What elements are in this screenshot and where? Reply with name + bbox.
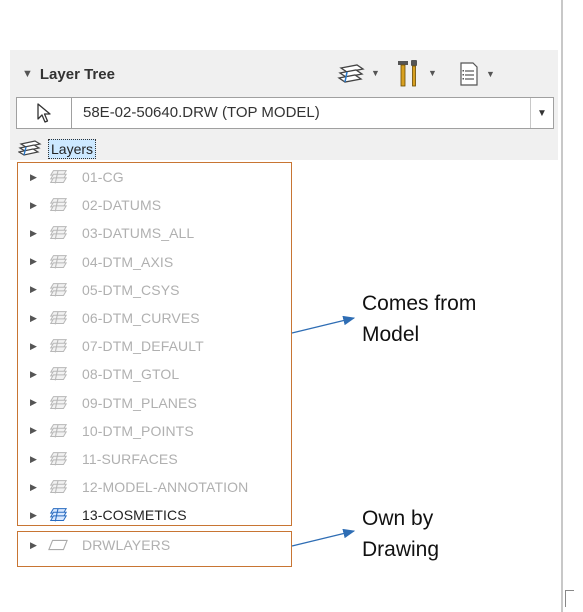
drawing-note-line-2: Drawing xyxy=(362,538,440,561)
annotation-arrows xyxy=(291,315,356,547)
drawing-note: Own by Drawing xyxy=(362,503,439,565)
model-note-line-1: Comes from xyxy=(362,292,477,315)
drawing-note-line-1: Own by xyxy=(362,507,434,530)
model-note: Comes from Model xyxy=(362,288,476,350)
model-note-line-2: Model xyxy=(362,323,420,346)
model-note-arrow xyxy=(291,315,356,334)
drawing-note-arrow xyxy=(291,528,356,547)
